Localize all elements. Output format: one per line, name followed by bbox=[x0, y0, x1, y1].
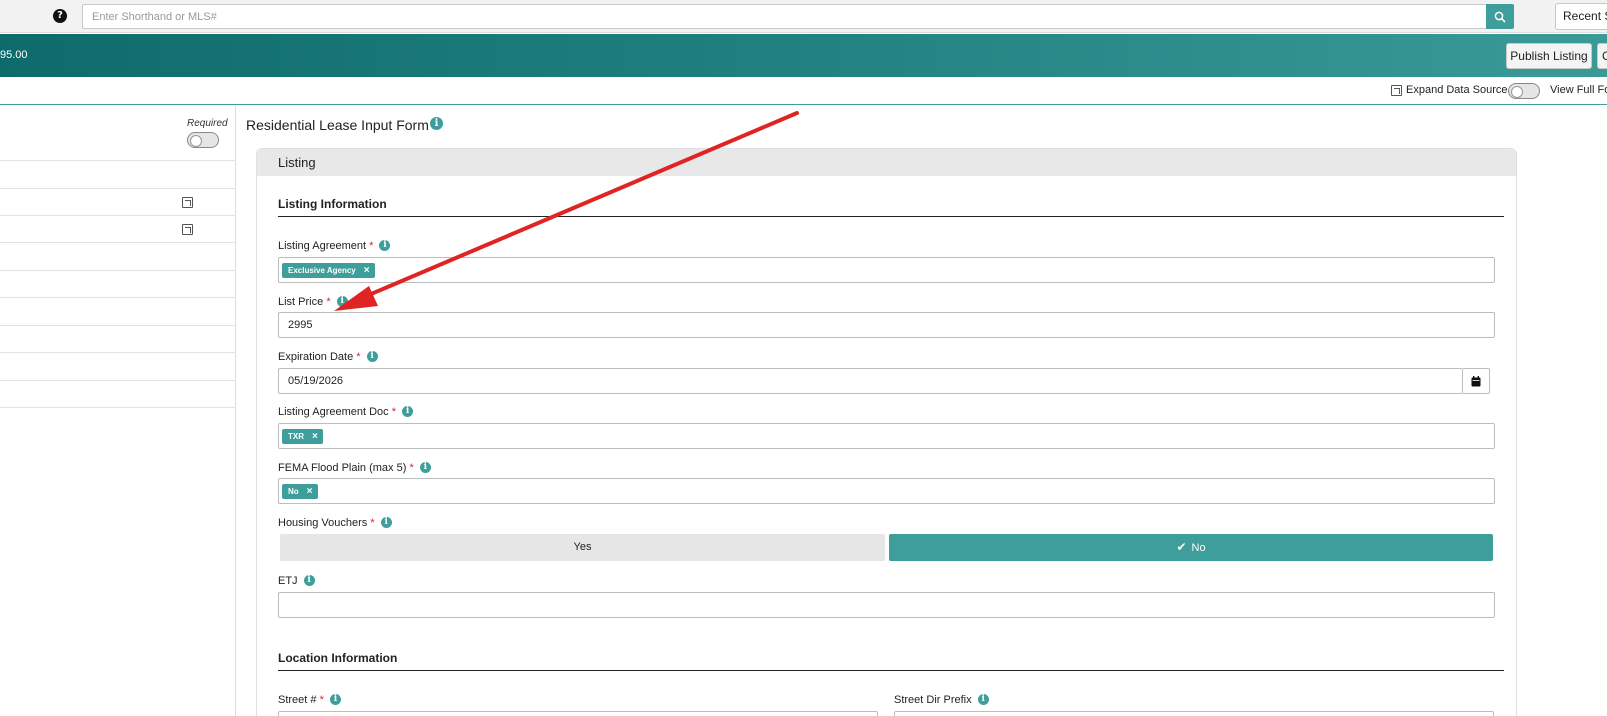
required-marker: * bbox=[326, 296, 331, 308]
required-label: Required bbox=[187, 118, 228, 129]
field-label-text: FEMA Flood Plain (max 5) bbox=[278, 462, 407, 474]
info-icon[interactable]: i bbox=[336, 295, 348, 307]
expand-icon[interactable] bbox=[182, 224, 193, 235]
panel-header[interactable]: Listing bbox=[257, 149, 1516, 176]
housing-vouchers-no-button[interactable]: ✔ No bbox=[889, 534, 1493, 561]
fema-flood-plain-select[interactable]: No × bbox=[278, 478, 1495, 504]
selected-tag: Exclusive Agency × bbox=[282, 263, 375, 278]
sidebar-divider bbox=[0, 242, 236, 243]
price-summary: 95.00 bbox=[0, 49, 28, 61]
help-icon[interactable]: ? bbox=[53, 9, 67, 23]
etj-input[interactable] bbox=[278, 592, 1495, 618]
info-icon[interactable]: i bbox=[419, 461, 431, 473]
sidebar-divider bbox=[0, 160, 236, 161]
check-icon: ✔ bbox=[1176, 540, 1187, 554]
field-label-text: Street # bbox=[278, 694, 317, 706]
field-label-text: Expiration Date bbox=[278, 351, 354, 363]
recent-searches-button[interactable]: Recent Se bbox=[1555, 3, 1607, 30]
header-divider bbox=[0, 104, 1607, 105]
listing-header: 95.00 Publish Listing C bbox=[0, 34, 1607, 77]
required-marker: * bbox=[409, 462, 414, 474]
expand-data-source-toggle[interactable] bbox=[1508, 83, 1540, 99]
street-number-input[interactable] bbox=[278, 711, 878, 716]
calendar-button[interactable] bbox=[1463, 368, 1490, 394]
sidebar-divider bbox=[0, 407, 236, 408]
panel-title: Listing bbox=[278, 155, 316, 170]
sidebar-divider bbox=[0, 215, 236, 216]
info-icon[interactable]: i bbox=[430, 117, 443, 130]
tag-label: Exclusive Agency bbox=[288, 266, 356, 275]
field-label: Housing Vouchers * i bbox=[278, 516, 392, 529]
expand-icon[interactable] bbox=[182, 197, 193, 208]
field-label: Street Dir Prefix i bbox=[894, 693, 989, 706]
info-icon[interactable]: i bbox=[977, 693, 989, 705]
publish-listing-button[interactable]: Publish Listing bbox=[1506, 43, 1592, 69]
sidebar: Required bbox=[0, 106, 236, 716]
field-label: FEMA Flood Plain (max 5) * i bbox=[278, 461, 431, 474]
info-icon[interactable]: i bbox=[379, 239, 391, 251]
field-label: Street # * i bbox=[278, 693, 341, 706]
sidebar-divider bbox=[0, 270, 236, 271]
search-icon bbox=[1494, 11, 1506, 23]
field-label-text: Housing Vouchers bbox=[278, 517, 368, 529]
required-marker: * bbox=[356, 351, 361, 363]
remove-tag-icon[interactable]: × bbox=[307, 486, 313, 497]
field-label: List Price * i bbox=[278, 295, 348, 308]
field-label-text: Listing Agreement Doc bbox=[278, 406, 389, 418]
input-value: 05/19/2026 bbox=[288, 375, 344, 387]
field-label: Expiration Date * i bbox=[278, 350, 378, 363]
required-toggle[interactable] bbox=[187, 132, 219, 148]
tag-label: No bbox=[288, 487, 299, 496]
field-label: Listing Agreement Doc * i bbox=[278, 405, 414, 418]
info-icon[interactable]: i bbox=[402, 405, 414, 417]
calendar-icon bbox=[1471, 375, 1481, 386]
section-title: Location Information bbox=[278, 651, 398, 665]
street-dir-prefix-input[interactable] bbox=[894, 711, 1494, 716]
info-icon[interactable]: i bbox=[380, 516, 392, 528]
top-bar: ? Recent Se bbox=[0, 0, 1607, 33]
info-icon[interactable]: i bbox=[329, 693, 341, 705]
field-label-text: List Price bbox=[278, 296, 324, 308]
view-full-form-label: View Full Fo bbox=[1550, 84, 1607, 96]
sidebar-divider bbox=[0, 325, 236, 326]
field-label: Listing Agreement * i bbox=[278, 239, 391, 252]
header-action-button[interactable]: C bbox=[1597, 43, 1607, 69]
input-value: 2995 bbox=[288, 319, 313, 331]
section-divider bbox=[278, 670, 1504, 671]
field-label-text: ETJ bbox=[278, 575, 298, 587]
tag-label: TXR bbox=[288, 432, 304, 441]
list-price-input[interactable]: 2995 bbox=[278, 312, 1495, 338]
required-marker: * bbox=[369, 240, 374, 252]
sidebar-divider bbox=[0, 380, 236, 381]
sidebar-divider bbox=[0, 297, 236, 298]
listing-agreement-select[interactable]: Exclusive Agency × bbox=[278, 257, 1495, 283]
expand-icon bbox=[1391, 85, 1402, 96]
listing-agreement-doc-select[interactable]: TXR × bbox=[278, 423, 1495, 449]
selected-tag: TXR × bbox=[282, 429, 323, 444]
expiration-date-input[interactable]: 05/19/2026 bbox=[278, 368, 1463, 394]
field-label-text: Street Dir Prefix bbox=[894, 694, 972, 706]
sidebar-divider bbox=[0, 188, 236, 189]
info-icon[interactable]: i bbox=[303, 574, 315, 586]
section-divider bbox=[278, 216, 1504, 217]
sidebar-divider bbox=[0, 352, 236, 353]
remove-tag-icon[interactable]: × bbox=[364, 265, 370, 276]
search-button[interactable] bbox=[1486, 4, 1514, 29]
choice-label: Yes bbox=[573, 541, 592, 553]
field-label-text: Listing Agreement bbox=[278, 240, 367, 252]
choice-label: No bbox=[1191, 542, 1206, 554]
search-input[interactable] bbox=[82, 4, 1486, 29]
expand-data-source-label: Expand Data Source bbox=[1406, 84, 1508, 96]
field-label: ETJ i bbox=[278, 574, 315, 587]
selected-tag: No × bbox=[282, 484, 318, 499]
remove-tag-icon[interactable]: × bbox=[312, 431, 318, 442]
required-marker: * bbox=[391, 406, 397, 418]
section-title: Listing Information bbox=[278, 197, 387, 211]
required-marker: * bbox=[370, 517, 375, 529]
housing-vouchers-yes-button[interactable]: Yes bbox=[280, 534, 885, 561]
info-icon[interactable]: i bbox=[366, 350, 378, 362]
page-title: Residential Lease Input Form bbox=[246, 117, 429, 133]
required-marker: * bbox=[319, 694, 324, 706]
